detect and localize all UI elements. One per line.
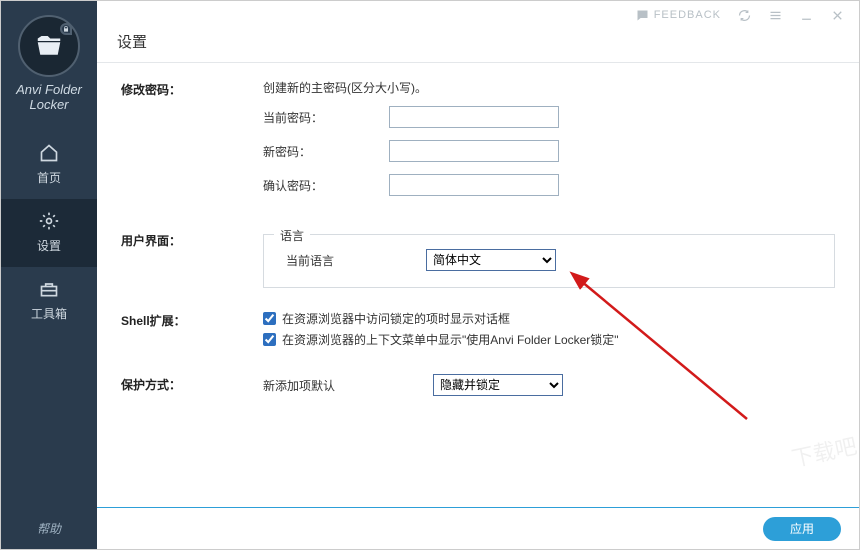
current-password-label: 当前密码： [263,109,389,126]
page-title: 设置 [97,29,859,62]
menu-icon [768,8,783,23]
shell-opt2-checkbox[interactable] [263,333,276,346]
app-logo [18,15,80,77]
language-select[interactable]: 简体中文 [426,249,556,271]
refresh-button[interactable] [737,8,752,23]
toolbox-icon [39,279,59,299]
close-button[interactable] [830,8,845,23]
nav-home[interactable]: 首页 [1,131,97,199]
nav-settings[interactable]: 设置 [1,199,97,267]
protect-default-select[interactable]: 隐藏并锁定 [433,374,563,396]
confirm-password-label: 确认密码： [263,177,389,194]
content: 修改密码： 创建新的主密码(区分大小写)。 当前密码： 新密码： 确认密码： [97,69,859,507]
minimize-button[interactable] [799,8,814,23]
current-password-input[interactable] [389,106,559,128]
section-shell: Shell扩展： 在资源浏览器中访问锁定的项时显示对话框 在资源浏览器的上下文菜… [121,310,835,352]
footer: 应用 [97,507,859,549]
language-fieldset: 语言 当前语言 简体中文 [263,234,835,288]
nav-home-label: 首页 [37,169,61,186]
new-password-input[interactable] [389,140,559,162]
section-shell-label: Shell扩展： [121,310,263,329]
section-protect-label: 保护方式： [121,374,263,393]
sidebar: Anvi Folder Locker 首页 设置 工具箱 帮助 [1,1,97,549]
watermark: 下载吧 [788,428,859,473]
shell-opt1-label: 在资源浏览器中访问锁定的项时显示对话框 [282,310,510,327]
divider [97,62,859,63]
feedback-link[interactable]: FEEDBACK [635,8,721,23]
menu-button[interactable] [768,8,783,23]
shell-opt2-label: 在资源浏览器的上下文菜单中显示"使用Anvi Folder Locker锁定" [282,331,619,348]
language-legend: 语言 [274,227,310,244]
folder-icon [34,31,64,61]
nav-settings-label: 设置 [37,237,61,254]
section-ui: 用户界面： 语言 当前语言 简体中文 [121,230,835,288]
lock-badge-icon [60,23,72,35]
home-icon [39,143,59,163]
password-hint: 创建新的主密码(区分大小写)。 [263,79,835,96]
section-password: 修改密码： 创建新的主密码(区分大小写)。 当前密码： 新密码： 确认密码： [121,79,835,208]
protect-default-label: 新添加项默认 [263,377,433,394]
chat-icon [635,8,650,23]
gear-icon [39,211,59,231]
topbar: FEEDBACK [97,1,859,29]
main: FEEDBACK 设置 修改密码： 创建新的主密码(区分大小写)。 当前密码： [97,1,859,549]
new-password-label: 新密码： [263,143,389,160]
app-name: Anvi Folder Locker [16,83,82,113]
current-language-label: 当前语言 [286,252,426,269]
apply-button[interactable]: 应用 [763,517,841,541]
section-protect: 保护方式： 新添加项默认 隐藏并锁定 [121,374,835,396]
nav-toolbox-label: 工具箱 [31,305,67,322]
confirm-password-input[interactable] [389,174,559,196]
nav-help[interactable]: 帮助 [37,520,61,537]
section-password-label: 修改密码： [121,79,263,98]
section-ui-label: 用户界面： [121,230,263,249]
feedback-label: FEEDBACK [654,9,721,21]
minimize-icon [799,8,814,23]
nav: 首页 设置 工具箱 [1,131,97,335]
shell-opt1-checkbox[interactable] [263,312,276,325]
nav-toolbox[interactable]: 工具箱 [1,267,97,335]
refresh-icon [737,8,752,23]
close-icon [830,8,845,23]
